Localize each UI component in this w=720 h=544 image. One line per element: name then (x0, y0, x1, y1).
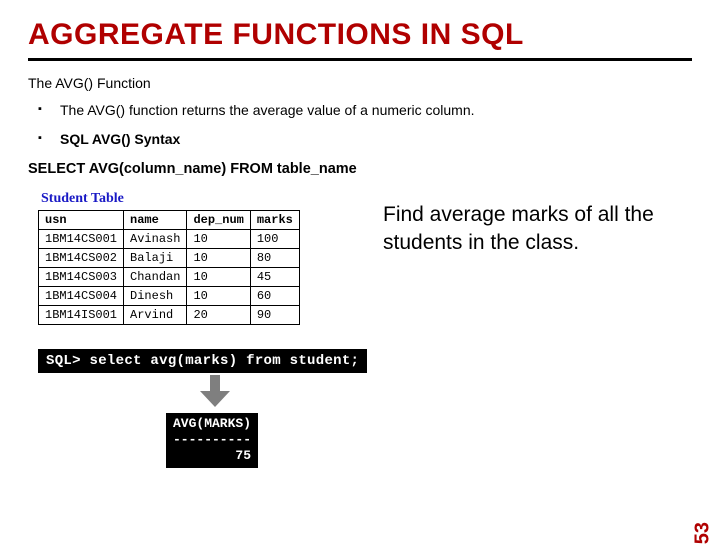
sql-command-bar: SQL> select avg(marks) from student; (38, 349, 367, 373)
cell: 1BM14CS001 (39, 229, 124, 248)
bullet-item: The AVG() function returns the average v… (38, 101, 692, 120)
slide: AGGREGATE FUNCTIONS IN SQL The AVG() Fun… (0, 0, 720, 540)
col-header: dep_num (187, 210, 250, 229)
cell: 10 (187, 286, 250, 305)
cell: 10 (187, 229, 250, 248)
table-body: 1BM14CS001 Avinash 10 100 1BM14CS002 Bal… (39, 229, 300, 324)
col-header: usn (39, 210, 124, 229)
subheading: The AVG() Function (28, 75, 692, 91)
cell: 10 (187, 267, 250, 286)
bullet-list: The AVG() function returns the average v… (28, 101, 692, 149)
result-column: AVG(MARKS) (173, 416, 251, 432)
page-number: 53 (691, 522, 714, 544)
col-header: name (124, 210, 187, 229)
sql-prompt: SQL> (46, 353, 81, 369)
cell: 60 (250, 286, 299, 305)
result-value: 75 (173, 448, 251, 464)
cell: Avinash (124, 229, 187, 248)
table-row: 1BM14CS001 Avinash 10 100 (39, 229, 300, 248)
cell: 80 (250, 248, 299, 267)
cell: Balaji (124, 248, 187, 267)
slide-title: AGGREGATE FUNCTIONS IN SQL (28, 18, 692, 52)
table-caption: Student Table (38, 191, 338, 207)
col-header: marks (250, 210, 299, 229)
cell: Arvind (124, 305, 187, 324)
cell: 1BM14CS003 (39, 267, 124, 286)
cell: 20 (187, 305, 250, 324)
table-row: 1BM14IS001 Arvind 20 90 (39, 305, 300, 324)
table-header-row: usn name dep_num marks (39, 210, 300, 229)
arrow-down-icon (198, 375, 232, 409)
cell: 1BM14CS002 (39, 248, 124, 267)
table-row: 1BM14CS003 Chandan 10 45 (39, 267, 300, 286)
cell: Dinesh (124, 286, 187, 305)
cell: 45 (250, 267, 299, 286)
cell: 10 (187, 248, 250, 267)
sql-query: select avg(marks) from student; (90, 353, 360, 369)
table-row: 1BM14CS002 Balaji 10 80 (39, 248, 300, 267)
table-row: 1BM14CS004 Dinesh 10 60 (39, 286, 300, 305)
result-divider: ---------- (173, 432, 251, 448)
title-rule (28, 58, 692, 61)
cell: 1BM14CS004 (39, 286, 124, 305)
bullet-item: SQL AVG() Syntax (38, 130, 692, 149)
cell: 90 (250, 305, 299, 324)
student-table: usn name dep_num marks 1BM14CS001 Avinas… (38, 210, 300, 325)
sql-result: AVG(MARKS) ---------- 75 (166, 413, 258, 468)
cell: Chandan (124, 267, 187, 286)
syntax-line: SELECT AVG(column_name) FROM table_name (28, 161, 692, 177)
question-text: Find average marks of all the students i… (383, 201, 718, 258)
cell: 1BM14IS001 (39, 305, 124, 324)
cell: 100 (250, 229, 299, 248)
student-table-wrap: Student Table usn name dep_num marks 1BM… (38, 191, 338, 325)
